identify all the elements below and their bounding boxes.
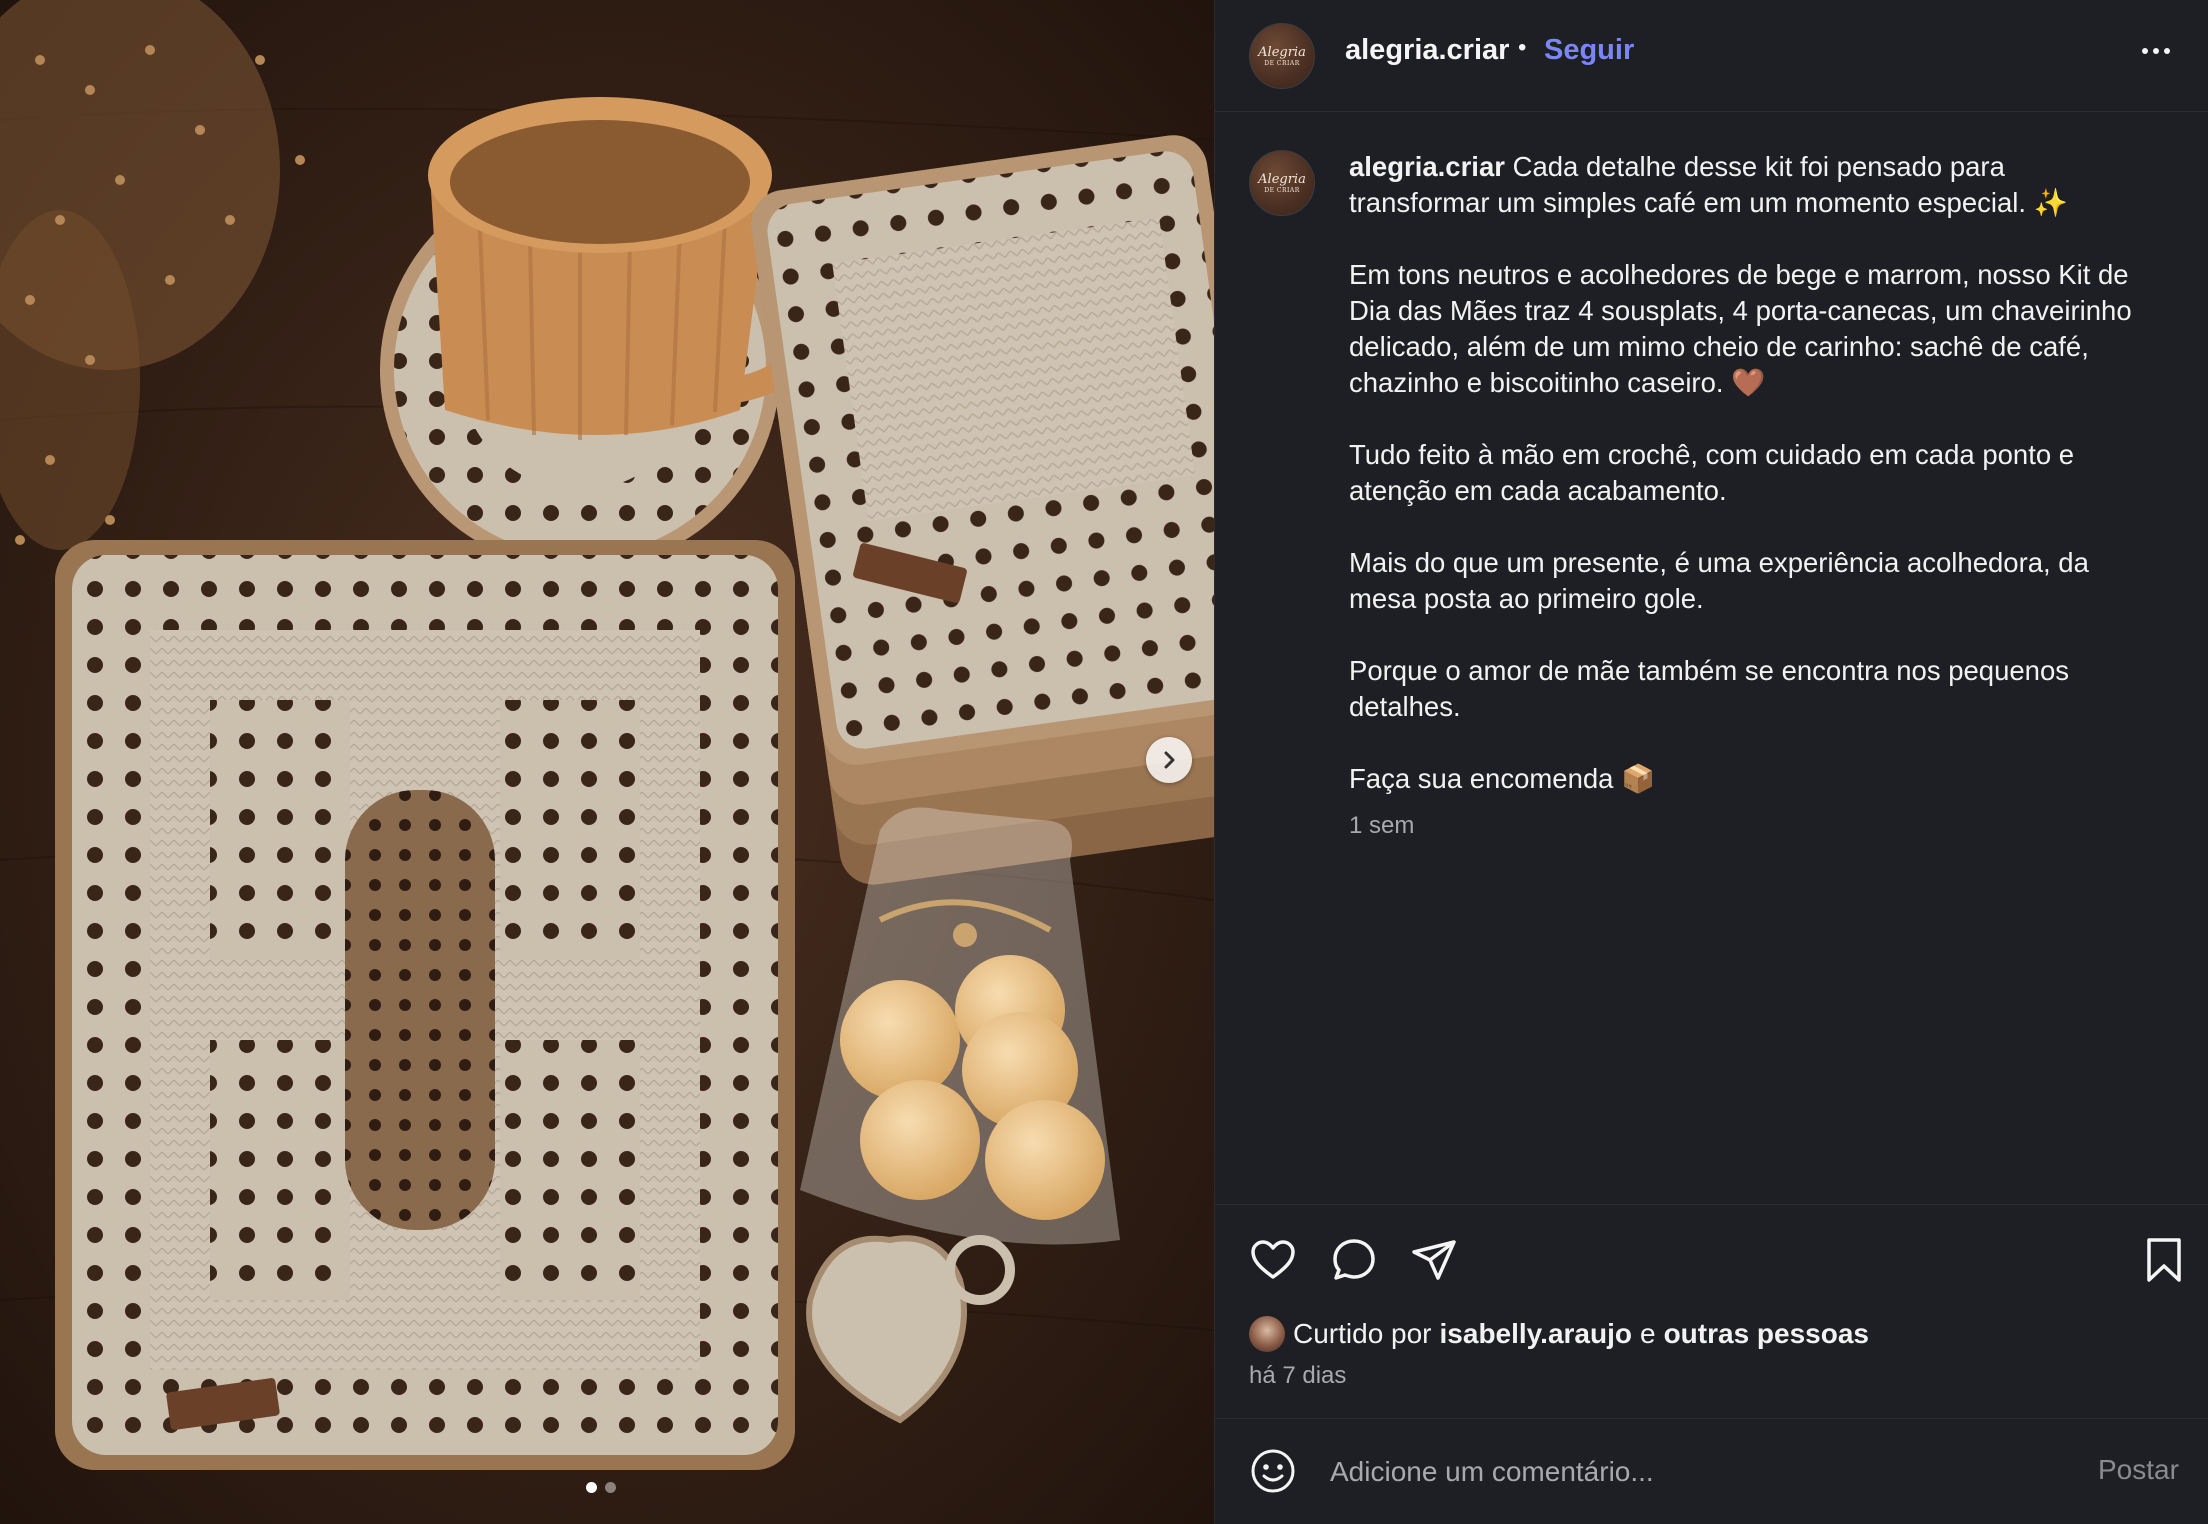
carousel-indicator [586, 1482, 616, 1493]
likes-connector: e [1639, 1318, 1656, 1349]
actions-divider [1214, 1204, 2208, 1205]
carousel-dot [605, 1482, 616, 1493]
caption-paragraph: Faça sua encomenda 📦 [1349, 763, 1656, 794]
carousel-next-button[interactable] [1146, 737, 1192, 783]
caption-author-avatar[interactable]: Alegria DE CRIAR [1249, 150, 1315, 216]
instagram-post-view: Alegria DE CRIAR alegria.criar • Seguir … [0, 0, 2208, 1524]
likes-others-link[interactable]: outras pessoas [1664, 1318, 1869, 1350]
emoji-icon[interactable] [1250, 1448, 1296, 1494]
liker-avatar[interactable] [1249, 1316, 1285, 1352]
follow-button[interactable]: Seguir [1544, 34, 1634, 67]
more-options-icon[interactable] [2142, 48, 2170, 54]
post-photo [0, 0, 1214, 1524]
heart-icon[interactable] [1249, 1236, 1297, 1284]
caption-paragraph: Mais do que um presente, é uma experiênc… [1349, 547, 2097, 614]
header-separator: • [1518, 34, 1527, 61]
post-timestamp: há 7 dias [1249, 1362, 1347, 1389]
liker-username[interactable]: isabelly.araujo [1440, 1318, 1632, 1350]
header-username[interactable]: alegria.criar [1345, 34, 1509, 67]
post-caption: alegria.criar Cada detalhe desse kit foi… [1349, 149, 2139, 833]
share-icon[interactable] [1410, 1236, 1458, 1284]
caption-paragraph: Tudo feito à mão em crochê, com cuidado … [1349, 439, 2082, 506]
author-avatar[interactable]: Alegria DE CRIAR [1249, 23, 1315, 89]
comment-input[interactable] [1328, 1446, 2072, 1498]
caption-paragraph: alegria.criar Cada detalhe desse kit foi… [1349, 151, 2068, 218]
caption-paragraph: Em tons neutros e acolhedores de bege e … [1349, 259, 2140, 398]
carousel-dot-active [586, 1482, 597, 1493]
post-comment-button[interactable]: Postar [2098, 1454, 2179, 1486]
avatar-logo: Alegria DE CRIAR [1258, 44, 1306, 67]
likes-summary: Curtido por isabelly.araujo e outras pes… [1249, 1316, 1869, 1352]
caption-username[interactable]: alegria.criar [1349, 151, 1505, 182]
avatar-logo: Alegria DE CRIAR [1258, 171, 1306, 194]
comment-icon[interactable] [1330, 1236, 1378, 1284]
caption-paragraph: Porque o amor de mãe também se encontra … [1349, 655, 2077, 722]
caption-timestamp[interactable]: 1 sem [1349, 812, 1414, 840]
bookmark-icon[interactable] [2140, 1236, 2188, 1284]
likes-prefix: Curtido por [1293, 1318, 1432, 1349]
post-media[interactable] [0, 0, 1214, 1524]
chevron-right-icon [1164, 751, 1175, 769]
